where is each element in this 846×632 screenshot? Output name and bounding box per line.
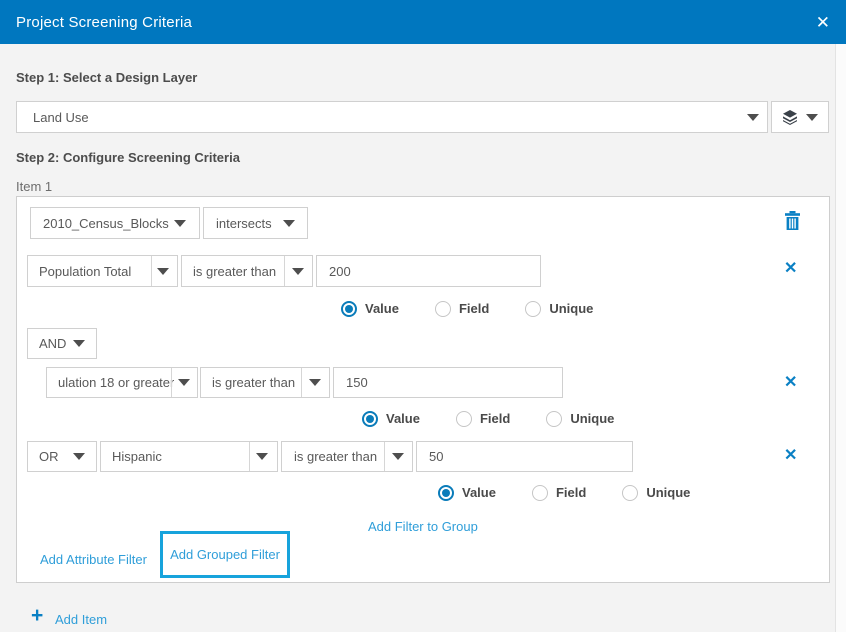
chevron-down-icon bbox=[292, 268, 304, 275]
chevron-down-icon bbox=[392, 453, 404, 460]
filter3-value-type-radios: Value Field Unique bbox=[438, 484, 690, 501]
filter3-value-input[interactable] bbox=[416, 441, 633, 472]
filter1-operator-value: is greater than bbox=[182, 264, 276, 279]
radio-label: Unique bbox=[570, 411, 614, 426]
add-attribute-filter-link[interactable]: Add Attribute Filter bbox=[40, 552, 147, 567]
step1-label: Step 1: Select a Design Layer bbox=[16, 70, 197, 85]
item-layer-value: 2010_Census_Blocks bbox=[31, 216, 169, 231]
dialog-title: Project Screening Criteria bbox=[16, 14, 192, 31]
filter2-value-input[interactable] bbox=[333, 367, 563, 398]
design-layer-value: Land Use bbox=[17, 110, 89, 125]
radio-option-field[interactable]: Field bbox=[456, 411, 510, 427]
divider bbox=[249, 442, 250, 471]
radio-option-unique[interactable]: Unique bbox=[622, 485, 690, 501]
filter2-field-value: ulation 18 or greater bbox=[47, 375, 174, 390]
radio-label: Unique bbox=[549, 301, 593, 316]
filter2-operator-dropdown[interactable]: is greater than bbox=[200, 367, 330, 398]
chevron-down-icon bbox=[747, 114, 759, 121]
design-layer-select[interactable]: Land Use bbox=[16, 101, 768, 133]
filter1-field-dropdown[interactable]: Population Total bbox=[27, 255, 178, 287]
radio-icon[interactable] bbox=[622, 485, 638, 501]
radio-icon[interactable] bbox=[435, 301, 451, 317]
remove-filter3-icon[interactable]: ✕ bbox=[784, 448, 797, 464]
chevron-down-icon bbox=[309, 379, 321, 386]
add-filter-to-group-link[interactable]: Add Filter to Group bbox=[368, 519, 478, 534]
dialog-header: Project Screening Criteria ✕ bbox=[0, 0, 846, 44]
scrollbar-track[interactable] bbox=[835, 44, 846, 632]
radio-option-field[interactable]: Field bbox=[532, 485, 586, 501]
join-operator-value: AND bbox=[28, 336, 66, 351]
radio-label: Value bbox=[462, 485, 496, 500]
filter1-operator-dropdown[interactable]: is greater than bbox=[181, 255, 313, 287]
chevron-down-icon bbox=[806, 114, 818, 121]
filter3-join-value: OR bbox=[28, 449, 59, 464]
divider bbox=[384, 442, 385, 471]
chevron-down-icon bbox=[256, 453, 268, 460]
add-grouped-filter-highlight: Add Grouped Filter bbox=[160, 531, 290, 578]
filter2-field-dropdown[interactable]: ulation 18 or greater bbox=[46, 367, 198, 398]
trash-icon bbox=[784, 211, 801, 231]
filter2-value-type-radios: Value Field Unique bbox=[362, 410, 614, 427]
chevron-down-icon bbox=[73, 340, 85, 347]
item1-label: Item 1 bbox=[16, 179, 52, 194]
radio-icon[interactable] bbox=[532, 485, 548, 501]
chevron-down-icon bbox=[174, 220, 186, 227]
chevron-down-icon bbox=[73, 453, 85, 460]
divider bbox=[151, 256, 152, 286]
radio-label: Field bbox=[480, 411, 510, 426]
remove-filter1-icon[interactable]: ✕ bbox=[784, 261, 797, 277]
layer-options-button[interactable] bbox=[771, 101, 829, 133]
radio-label: Field bbox=[459, 301, 489, 316]
radio-selected-icon[interactable] bbox=[341, 301, 357, 317]
divider bbox=[171, 368, 172, 397]
chevron-down-icon bbox=[283, 220, 295, 227]
spatial-operator-dropdown[interactable]: intersects bbox=[203, 207, 308, 239]
filter1-value-input[interactable] bbox=[316, 255, 541, 287]
filter3-field-value: Hispanic bbox=[101, 449, 162, 464]
close-icon[interactable]: ✕ bbox=[816, 14, 830, 31]
radio-option-value[interactable]: Value bbox=[438, 485, 496, 501]
step2-label: Step 2: Configure Screening Criteria bbox=[16, 150, 240, 165]
divider bbox=[301, 368, 302, 397]
radio-label: Value bbox=[386, 411, 420, 426]
divider bbox=[284, 256, 285, 286]
chevron-down-icon bbox=[178, 379, 190, 386]
delete-item-button[interactable] bbox=[784, 211, 801, 236]
add-item-link[interactable]: Add Item bbox=[55, 612, 107, 627]
radio-option-unique[interactable]: Unique bbox=[546, 411, 614, 427]
radio-label: Value bbox=[365, 301, 399, 316]
chevron-down-icon bbox=[157, 268, 169, 275]
filter3-operator-dropdown[interactable]: is greater than bbox=[281, 441, 413, 472]
radio-label: Field bbox=[556, 485, 586, 500]
remove-filter2-icon[interactable]: ✕ bbox=[784, 375, 797, 391]
plus-icon[interactable]: + bbox=[31, 605, 43, 626]
filter3-field-dropdown[interactable]: Hispanic bbox=[100, 441, 278, 472]
radio-icon[interactable] bbox=[456, 411, 472, 427]
radio-icon[interactable] bbox=[546, 411, 562, 427]
radio-option-value[interactable]: Value bbox=[362, 411, 420, 427]
radio-label: Unique bbox=[646, 485, 690, 500]
filter3-operator-value: is greater than bbox=[282, 449, 377, 464]
layers-icon bbox=[782, 109, 798, 125]
radio-selected-icon[interactable] bbox=[438, 485, 454, 501]
filter1-value-type-radios: Value Field Unique bbox=[341, 300, 593, 317]
filter2-operator-value: is greater than bbox=[201, 375, 295, 390]
add-grouped-filter-link[interactable]: Add Grouped Filter bbox=[170, 547, 280, 562]
radio-icon[interactable] bbox=[525, 301, 541, 317]
spatial-operator-value: intersects bbox=[204, 216, 272, 231]
radio-selected-icon[interactable] bbox=[362, 411, 378, 427]
radio-option-value[interactable]: Value bbox=[341, 301, 399, 317]
radio-option-field[interactable]: Field bbox=[435, 301, 489, 317]
join-operator-dropdown[interactable]: AND bbox=[27, 328, 97, 359]
filter3-join-dropdown[interactable]: OR bbox=[27, 441, 97, 472]
item-layer-dropdown[interactable]: 2010_Census_Blocks bbox=[30, 207, 200, 239]
radio-option-unique[interactable]: Unique bbox=[525, 301, 593, 317]
filter1-field-value: Population Total bbox=[28, 264, 131, 279]
